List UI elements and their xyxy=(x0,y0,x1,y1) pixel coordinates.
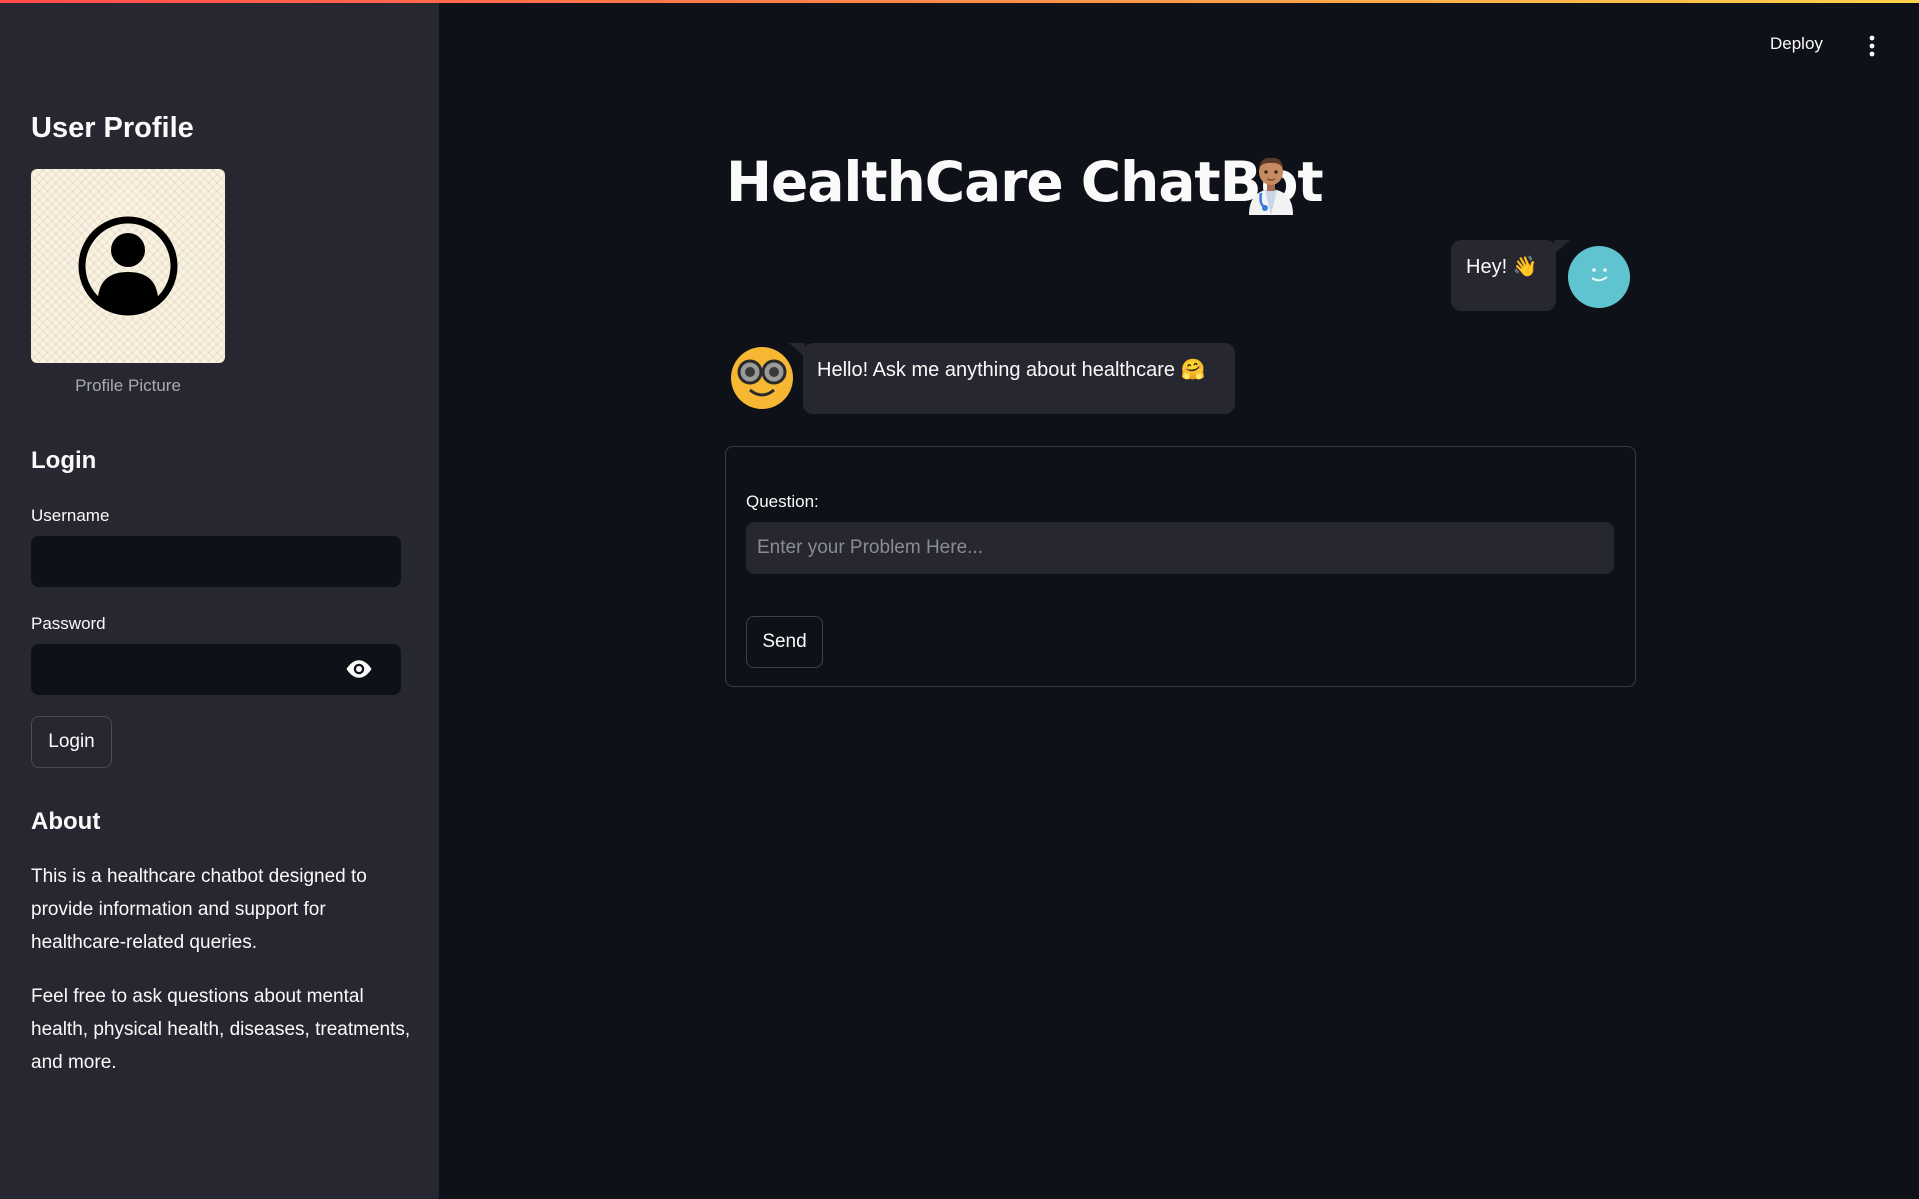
bot-avatar-icon xyxy=(731,347,793,409)
deploy-button[interactable]: Deploy xyxy=(1770,34,1823,54)
profile-caption: Profile Picture xyxy=(75,376,181,395)
doctor-icon xyxy=(1249,157,1293,215)
send-button[interactable]: Send xyxy=(746,616,823,668)
user-message-bubble: Hey! 👋 xyxy=(1451,240,1570,311)
bot-message-bubble: Hello! Ask me anything about healthcare … xyxy=(789,343,1235,414)
about-paragraph-1: This is a healthcare chatbot designed to… xyxy=(31,866,367,953)
profile-picture xyxy=(31,169,225,363)
user-avatar-icon xyxy=(1568,246,1630,308)
username-input[interactable] xyxy=(31,536,401,587)
page-title: HealthCare ChatBot xyxy=(726,150,1324,214)
bot-message-text: Hello! Ask me anything about healthcare … xyxy=(817,359,1206,381)
kebab-menu-icon[interactable] xyxy=(1862,34,1882,58)
login-heading: Login xyxy=(31,447,97,474)
question-label: Question: xyxy=(746,492,819,511)
eye-icon[interactable] xyxy=(344,657,374,681)
question-input[interactable] xyxy=(746,522,1614,574)
login-button[interactable]: Login xyxy=(31,716,112,768)
sidebar-title: User Profile xyxy=(31,112,194,144)
password-label: Password xyxy=(31,614,106,633)
user-message-text: Hey! 👋 xyxy=(1466,256,1538,278)
username-label: Username xyxy=(31,506,110,525)
user-avatar-icon xyxy=(78,216,178,316)
about-paragraph-2: Feel free to ask questions about mental … xyxy=(31,986,411,1073)
about-heading: About xyxy=(31,808,101,835)
